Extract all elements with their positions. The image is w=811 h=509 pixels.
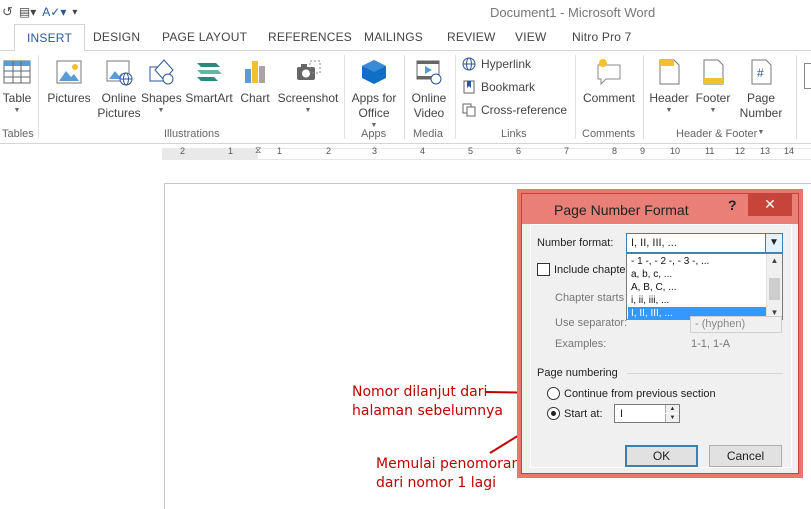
examples-label: Examples: <box>555 338 607 350</box>
scroll-up-icon[interactable]: ▲ <box>767 254 782 267</box>
section-divider <box>627 373 783 374</box>
number-format-value: I, II, III, ... <box>631 237 677 249</box>
start-at-label: Start at: <box>564 408 603 420</box>
separator-value: - (hyphen) <box>695 318 746 330</box>
start-at-spinner[interactable]: I ▲ ▼ <box>614 404 680 423</box>
separator-select[interactable]: - (hyphen) <box>690 316 782 333</box>
tab-insert[interactable]: INSERT <box>14 24 85 51</box>
spin-down-icon[interactable]: ▼ <box>665 414 679 422</box>
number-format-label: Number format: <box>537 237 613 249</box>
start-at-radio[interactable] <box>547 407 560 420</box>
use-separator-label: Use separator: <box>555 317 628 329</box>
start-at-value: I <box>620 408 624 420</box>
format-option[interactable]: i, ii, iii, ... <box>628 294 767 307</box>
chevron-down-icon[interactable]: ▼ <box>765 234 782 252</box>
close-icon[interactable]: ✕ <box>748 194 792 216</box>
include-chapter-checkbox[interactable] <box>537 263 550 276</box>
number-format-dropdown-list[interactable]: - 1 -, - 2 -, - 3 -, ... a, b, c, ... A,… <box>626 253 783 320</box>
spin-up-icon[interactable]: ▲ <box>665 405 679 413</box>
continue-radio[interactable] <box>547 387 560 400</box>
include-chapter-label: Include chapte <box>554 264 626 276</box>
page-numbering-heading: Page numbering <box>537 367 618 379</box>
chapter-starts-label: Chapter starts <box>555 292 625 304</box>
scroll-thumb[interactable] <box>769 278 780 300</box>
dropdown-scrollbar[interactable]: ▲ ▼ <box>766 254 782 319</box>
format-option[interactable]: - 1 -, - 2 -, - 3 -, ... <box>628 255 767 268</box>
cancel-button[interactable]: Cancel <box>709 445 782 467</box>
format-option[interactable]: A, B, C, ... <box>628 281 767 294</box>
word-window: ↺ ▤▾ A✓▾ ▾ Document1 - Microsoft Word IN… <box>0 0 811 509</box>
ok-button[interactable]: OK <box>625 445 698 467</box>
number-format-label-text: Number format: <box>537 237 614 249</box>
continue-label: Continue from previous section <box>564 388 716 400</box>
format-option[interactable]: a, b, c, ... <box>628 268 767 281</box>
examples-value: 1-1, 1-A <box>691 338 731 350</box>
dialog-title: Page Number Format <box>554 202 689 218</box>
dialog-titlebar: Page Number Format ? ✕ <box>522 194 798 224</box>
number-format-select[interactable]: I, II, III, ... ▼ <box>626 233 783 253</box>
help-icon[interactable]: ? <box>728 197 737 213</box>
